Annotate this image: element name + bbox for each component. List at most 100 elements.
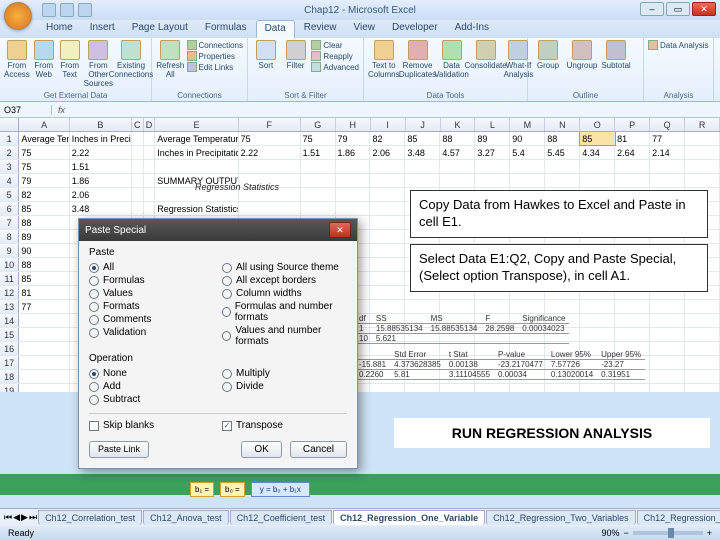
edit-links-button[interactable]: Edit Links (187, 62, 243, 72)
zoom-out-icon[interactable]: − (623, 528, 628, 538)
cell[interactable] (301, 188, 336, 201)
radio-values-num[interactable]: Values and number formats (222, 325, 347, 347)
reapply-button[interactable]: Reapply (311, 51, 359, 61)
refresh-all-button[interactable]: Refresh All (156, 40, 185, 79)
dialog-close-button[interactable]: ✕ (329, 222, 351, 238)
cell[interactable]: Inches in Precipitation (155, 146, 238, 159)
column-header[interactable]: F (239, 118, 301, 131)
cell[interactable] (545, 174, 580, 187)
cell[interactable]: Average Temperature (19, 132, 69, 145)
consolidate-button[interactable]: Consolidate (470, 40, 502, 79)
group-button[interactable]: Group (532, 40, 564, 70)
cell[interactable] (370, 202, 405, 215)
cell[interactable] (144, 146, 156, 159)
cell[interactable]: 5.45 (545, 146, 580, 159)
name-box[interactable]: O37 (0, 105, 52, 115)
cell[interactable]: 79 (336, 132, 371, 145)
cell[interactable] (545, 384, 580, 392)
radio-values[interactable]: Values (89, 288, 214, 299)
cell[interactable] (405, 174, 440, 187)
cell[interactable]: 1.51 (301, 146, 336, 159)
cell[interactable] (19, 314, 69, 327)
column-header[interactable]: P (615, 118, 650, 131)
tab-formulas[interactable]: Formulas (197, 20, 255, 38)
cell[interactable]: 1.86 (70, 174, 132, 187)
row-header[interactable]: 1 (0, 132, 19, 145)
cell[interactable] (685, 300, 720, 313)
column-header[interactable]: J (406, 118, 441, 131)
connections-button[interactable]: Connections (187, 40, 243, 50)
undo-icon[interactable] (60, 3, 74, 17)
cell[interactable] (510, 174, 545, 187)
row-header[interactable]: 7 (0, 216, 19, 229)
column-header[interactable]: L (475, 118, 510, 131)
cell[interactable] (144, 202, 156, 215)
cell[interactable] (650, 160, 685, 173)
row-header[interactable]: 19 (0, 384, 19, 392)
advanced-filter-button[interactable]: Advanced (311, 62, 359, 72)
tab-view[interactable]: View (345, 20, 383, 38)
sheet-tab[interactable]: Ch12_Regression_One_Variable (333, 510, 485, 525)
radio-except-borders[interactable]: All except borders (222, 275, 347, 286)
cell[interactable] (440, 160, 475, 173)
row-header[interactable]: 18 (0, 370, 19, 383)
tab-nav-last-icon[interactable]: ⏭ (29, 512, 37, 523)
cell[interactable] (685, 342, 720, 355)
cell[interactable] (650, 342, 685, 355)
dialog-titlebar[interactable]: Paste Special ✕ (79, 219, 357, 241)
row-header[interactable]: 15 (0, 328, 19, 341)
cell[interactable] (370, 286, 405, 299)
from-access-button[interactable]: From Access (4, 40, 30, 88)
zoom-in-icon[interactable]: + (707, 528, 712, 538)
checkbox-skip-blanks[interactable]: Skip blanks (89, 420, 214, 431)
cell[interactable] (615, 300, 650, 313)
cell[interactable] (685, 328, 720, 341)
cell[interactable]: Average Temperature (155, 132, 238, 145)
cell[interactable] (685, 132, 720, 145)
row-header[interactable]: 16 (0, 342, 19, 355)
paste-link-button[interactable]: Paste Link (89, 441, 149, 458)
radio-add[interactable]: Add (89, 381, 214, 392)
cell[interactable] (370, 384, 405, 392)
cell[interactable]: 3.27 (475, 146, 510, 159)
cell[interactable]: 2.06 (370, 146, 405, 159)
cell[interactable] (144, 132, 156, 145)
cell[interactable]: 2.14 (650, 146, 685, 159)
cell[interactable] (685, 370, 720, 383)
cell[interactable]: 5.4 (510, 146, 545, 159)
cell[interactable] (370, 216, 405, 229)
cell[interactable] (336, 160, 371, 173)
cell[interactable]: 85 (580, 132, 615, 145)
from-web-button[interactable]: From Web (32, 40, 56, 88)
cell[interactable]: 88 (440, 132, 475, 145)
cell[interactable]: Regression Statistics (155, 202, 238, 215)
sort-button[interactable]: Sort (252, 40, 280, 72)
cell[interactable] (132, 188, 144, 201)
cell[interactable]: 82 (19, 188, 69, 201)
radio-none[interactable]: None (89, 368, 214, 379)
row-header[interactable]: 8 (0, 230, 19, 243)
cell[interactable] (510, 384, 545, 392)
cell[interactable] (301, 202, 336, 215)
subtotal-button[interactable]: Subtotal (600, 40, 632, 70)
maximize-button[interactable]: ▭ (666, 2, 690, 16)
cell[interactable] (370, 300, 405, 313)
cell[interactable] (545, 160, 580, 173)
tab-review[interactable]: Review (296, 20, 345, 38)
row-header[interactable]: 11 (0, 272, 19, 285)
cell[interactable] (19, 328, 69, 341)
radio-source-theme[interactable]: All using Source theme (222, 262, 347, 273)
sheet-tab[interactable]: Ch12_Coefficient_test (230, 510, 332, 525)
column-header[interactable]: E (155, 118, 238, 131)
cell[interactable] (144, 160, 156, 173)
ungroup-button[interactable]: Ungroup (566, 40, 598, 70)
cell[interactable]: 89 (475, 132, 510, 145)
radio-formulas[interactable]: Formulas (89, 275, 214, 286)
column-header[interactable]: B (70, 118, 132, 131)
radio-column-widths[interactable]: Column widths (222, 288, 347, 299)
cell[interactable] (336, 188, 371, 201)
cell[interactable] (685, 356, 720, 369)
cell[interactable] (580, 174, 615, 187)
column-header[interactable]: Q (650, 118, 685, 131)
column-header[interactable]: H (336, 118, 371, 131)
